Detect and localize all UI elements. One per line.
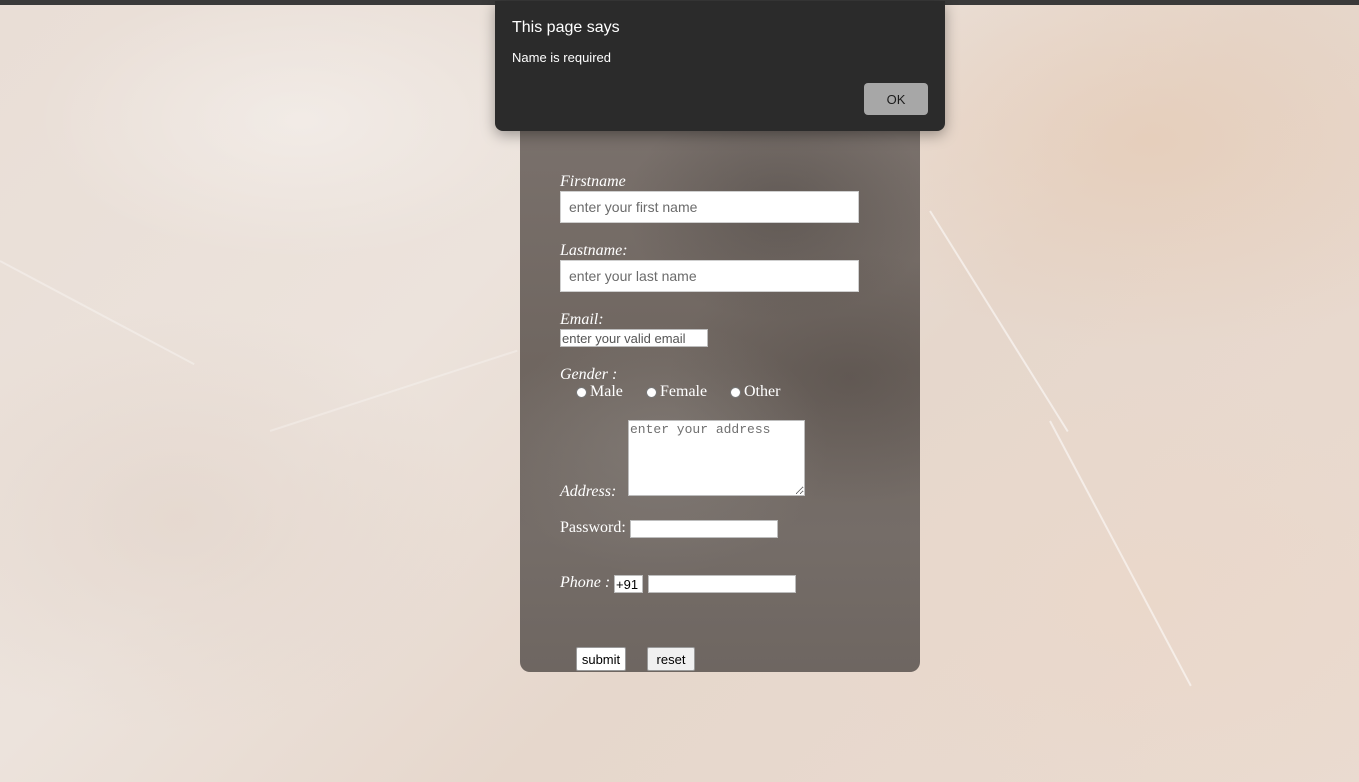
address-textarea[interactable] xyxy=(628,420,805,496)
gender-option-label: Female xyxy=(660,383,708,400)
radio-button[interactable] xyxy=(646,386,657,398)
radio-button[interactable] xyxy=(730,386,741,398)
password-label: Password: xyxy=(560,519,626,536)
gender-option-label: Male xyxy=(590,383,623,400)
alert-dialog: This page says Name is required OK xyxy=(495,1,945,131)
marble-vein xyxy=(1049,420,1192,687)
submit-button[interactable]: submit xyxy=(576,647,626,671)
gender-option-female[interactable]: Female xyxy=(646,383,707,401)
dialog-message: Name is required xyxy=(512,50,611,65)
marble-vein xyxy=(269,349,518,432)
address-label: Address: xyxy=(560,483,617,500)
phone-country-code-input[interactable] xyxy=(614,575,643,593)
phone-number-input[interactable] xyxy=(648,575,796,593)
lastname-label: Lastname: xyxy=(560,242,628,259)
dialog-ok-button[interactable]: OK xyxy=(864,83,928,115)
gender-option-label: Other xyxy=(744,383,781,400)
email-input[interactable] xyxy=(560,329,708,347)
gender-option-other[interactable]: Other xyxy=(730,383,780,401)
firstname-label: Firstname xyxy=(560,173,626,190)
firstname-input[interactable] xyxy=(560,191,859,223)
phone-label: Phone : xyxy=(560,574,611,591)
gender-option-male[interactable]: Male xyxy=(576,383,623,401)
lastname-input[interactable] xyxy=(560,260,859,292)
radio-button[interactable] xyxy=(576,386,587,398)
reset-button[interactable]: reset xyxy=(647,647,695,671)
marble-vein xyxy=(0,260,195,366)
marble-vein xyxy=(929,210,1069,433)
gender-label: Gender : xyxy=(560,366,618,383)
email-label: Email: xyxy=(560,311,604,328)
registration-form: Firstname Lastname: Email: Gender : Male… xyxy=(520,118,920,672)
password-input[interactable] xyxy=(630,520,778,538)
dialog-title: This page says xyxy=(512,19,620,36)
